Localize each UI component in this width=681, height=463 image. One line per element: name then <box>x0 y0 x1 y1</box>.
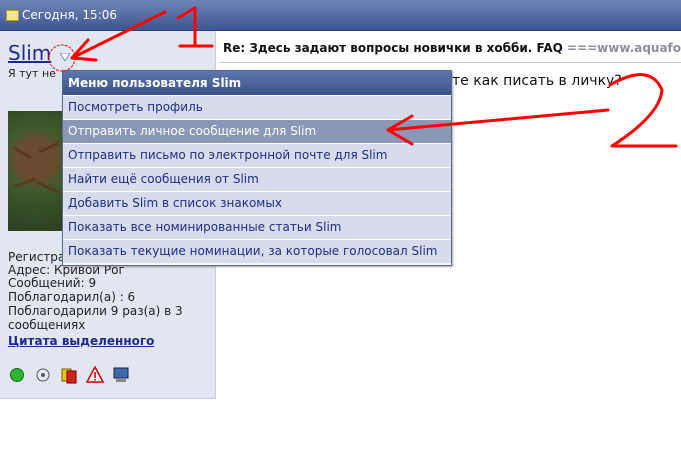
document-icon <box>6 10 19 21</box>
user-avatar[interactable] <box>8 111 64 231</box>
menu-item-current-nominations[interactable]: Показать текущие номинации, за которые г… <box>63 239 451 263</box>
user-title: Я тут не <box>8 67 56 80</box>
post-body-text: те как писать в личку? <box>452 73 622 89</box>
menu-item-send-private-message[interactable]: Отправить личное сообщение для Slim <box>63 119 451 143</box>
reputation-icon[interactable] <box>34 366 52 384</box>
user-menu-header: Меню пользователя Slim <box>63 71 451 95</box>
messages-count: Сообщений: 9 <box>8 276 97 290</box>
username-link[interactable]: Slim <box>8 41 51 65</box>
thanked-count: Поблагодарил(а) : 6 <box>8 290 136 304</box>
thanked-by-count-cont: сообщениях <box>8 318 86 332</box>
computer-icon[interactable] <box>112 366 130 384</box>
registration-info: Регистра <box>8 250 66 264</box>
menu-item-nominated-articles[interactable]: Показать все номинированные статьи Slim <box>63 215 451 239</box>
thanked-by-count: Поблагодарили 9 раз(а) в 3 <box>8 304 183 318</box>
menu-item-add-contact[interactable]: Добавить Slim в список знакомых <box>63 191 451 215</box>
user-popup-menu: Меню пользователя Slim Посмотреть профил… <box>62 70 452 266</box>
report-icon[interactable] <box>86 366 104 384</box>
menu-item-find-posts[interactable]: Найти ещё сообщения от Slim <box>63 167 451 191</box>
quote-selected-link[interactable]: Цитата выделенного <box>8 334 154 348</box>
post-title: Re: Здесь задают вопросы новички в хобби… <box>223 41 681 55</box>
user-icons-bar <box>8 366 130 384</box>
online-status-icon[interactable] <box>8 366 26 384</box>
post-date: Сегодня, 15:06 <box>22 8 117 22</box>
post-title-link[interactable]: ===www.aquafor <box>567 41 681 55</box>
menu-item-view-profile[interactable]: Посмотреть профиль <box>63 95 451 119</box>
post-title-text: Re: Здесь задают вопросы новички в хобби… <box>223 41 563 55</box>
menu-item-send-email[interactable]: Отправить письмо по электронной почте дл… <box>63 143 451 167</box>
post-header-bar: Сегодня, 15:06 <box>0 0 681 31</box>
chevron-down-icon[interactable] <box>60 53 70 61</box>
warning-card-icon[interactable] <box>60 366 78 384</box>
divider <box>219 62 681 63</box>
